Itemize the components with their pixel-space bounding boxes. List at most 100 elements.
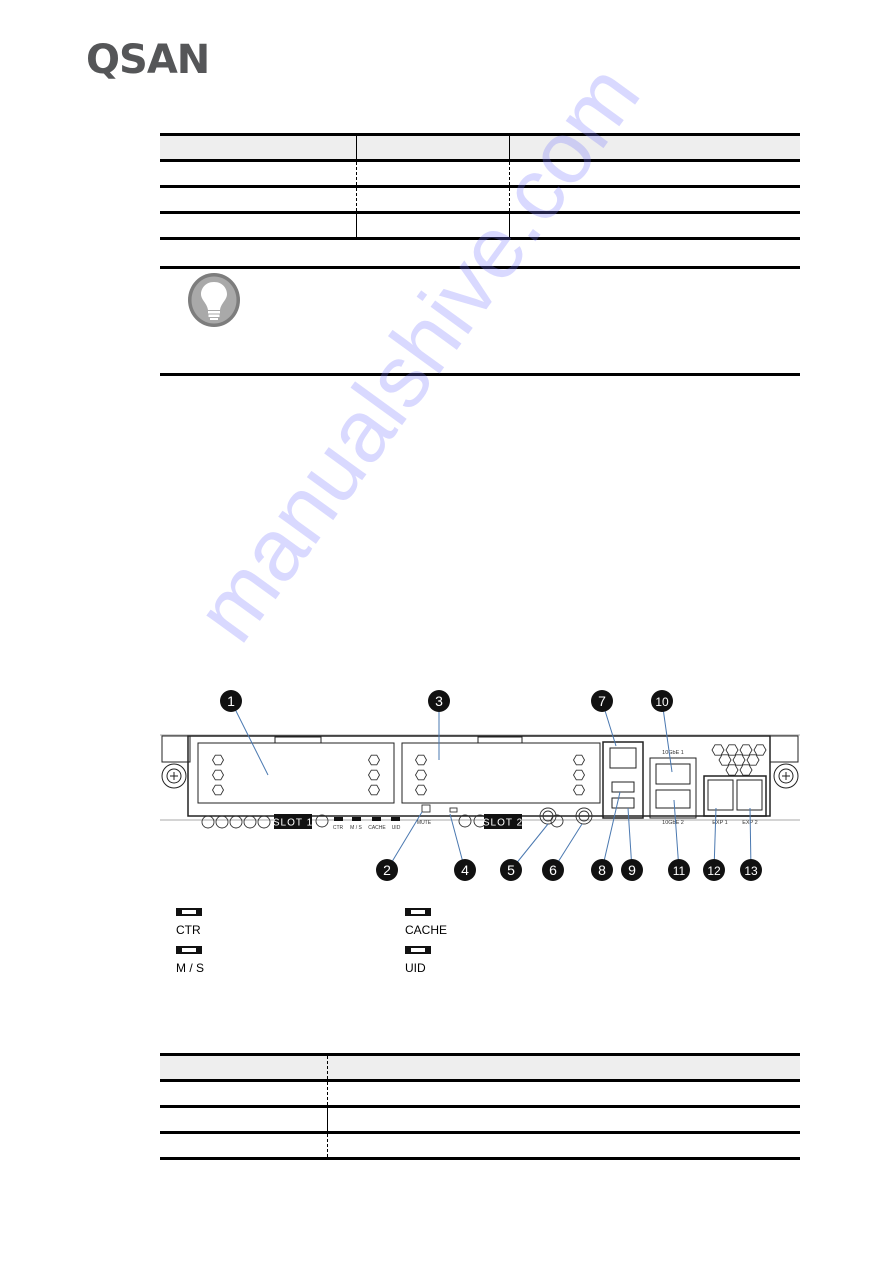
host-card-slot-2: [401, 742, 601, 804]
controller-rear-panel-diagram: SLOT 1 SLOT 2 CTR M / S CACHE UID MUTE 1…: [150, 680, 810, 890]
table-cell: [326, 1079, 800, 1107]
callout-number: 3: [435, 693, 443, 709]
callout-7: 7: [591, 690, 613, 712]
table-header-row: [160, 133, 800, 161]
uid-led-label: UID: [392, 825, 401, 831]
ctr-led: [334, 817, 343, 821]
table-cell: [508, 185, 800, 213]
vent-hole: [211, 784, 225, 796]
qsan-logo: QSAN: [86, 37, 210, 83]
callout-4: 4: [454, 859, 476, 881]
vent-hole: [414, 754, 428, 766]
vent-hole: [211, 769, 225, 781]
vent-hole: [746, 754, 760, 766]
table-row: [160, 1079, 800, 1107]
management-lan-port[interactable]: [609, 747, 637, 769]
table-row: [160, 185, 800, 213]
callout-2: 2: [376, 859, 398, 881]
legend-label-ms: M / S: [176, 961, 205, 975]
table-header-row: [160, 1053, 800, 1081]
table-row: [160, 211, 800, 240]
callout-1: 1: [220, 690, 242, 712]
callout-number: 11: [673, 864, 686, 878]
uid-led: [391, 817, 400, 821]
table-cell: [508, 133, 800, 161]
vent-hole: [414, 784, 428, 796]
host-card-slot-1: [197, 742, 395, 804]
mute-label: MUTE: [417, 820, 432, 826]
exp1-label: EXP 1: [712, 820, 728, 826]
vent-hole: [367, 784, 381, 796]
table-row: [160, 1105, 800, 1133]
table-cell: [160, 159, 356, 187]
10gbe-port-2[interactable]: [655, 789, 691, 809]
callout-8: 8: [591, 859, 613, 881]
exp1-port[interactable]: [707, 779, 734, 811]
legend-label-cache: CACHE: [405, 923, 448, 937]
vent-hole: [711, 744, 725, 756]
table-cell: [508, 159, 800, 187]
vent-hole: [367, 769, 381, 781]
right-ear: [769, 735, 799, 763]
leader-line: [601, 791, 621, 871]
table-cell: [160, 1105, 327, 1133]
vent-hole: [725, 744, 739, 756]
table-cell: [355, 211, 509, 240]
ms-led: [352, 817, 361, 821]
slot2-label: SLOT 2: [483, 818, 523, 829]
lightbulb-icon: [188, 273, 240, 327]
table-cell: [355, 159, 509, 187]
table-cell: [160, 1053, 327, 1081]
table-cell: [326, 1105, 800, 1133]
led-legend-right: CACHE UID: [405, 908, 447, 984]
ms-led-icon: [176, 946, 202, 954]
cache-led: [372, 817, 381, 821]
table-cell: [326, 1131, 800, 1160]
callout-12: 12: [703, 859, 725, 881]
ctr-led-icon: [176, 908, 202, 916]
callout-number: 2: [383, 862, 391, 878]
ctr-led-label: CTR: [333, 825, 344, 831]
vent-hole: [739, 764, 753, 776]
vent-hole: [414, 769, 428, 781]
slot1-label: SLOT 1: [273, 818, 313, 829]
usb-port-2[interactable]: [611, 797, 635, 809]
10gbe-port-block: [649, 757, 697, 819]
10gbe2-label: 10GbE 2: [662, 820, 684, 826]
table-cell: [160, 133, 356, 161]
leader-line: [230, 700, 269, 776]
exp2-port[interactable]: [736, 779, 763, 811]
table-cell: [160, 211, 356, 240]
table-row: [160, 159, 800, 187]
callout-number: 5: [507, 862, 515, 878]
callout-number: 6: [549, 862, 557, 878]
mute-button[interactable]: [421, 804, 431, 813]
led-description-table: [160, 1053, 800, 1160]
vent-hole: [367, 754, 381, 766]
10gbe-port-1[interactable]: [655, 763, 691, 785]
vent-hole: [572, 769, 586, 781]
table-cell: [160, 185, 356, 213]
callout-number: 7: [598, 693, 606, 709]
table-cell: [508, 211, 800, 240]
callout-number: 8: [598, 862, 606, 878]
left-ear: [161, 735, 191, 763]
legend-label-uid: UID: [405, 961, 426, 975]
usb-port-1[interactable]: [611, 781, 635, 793]
vent-hole: [572, 754, 586, 766]
legend-label-ctr: CTR: [176, 923, 201, 937]
vent-hole: [718, 754, 732, 766]
vent-hole: [732, 754, 746, 766]
rear-panel-drawing: SLOT 1 SLOT 2 CTR M / S CACHE UID MUTE 1…: [160, 690, 800, 881]
callout-10: 10: [651, 690, 673, 712]
controller-chassis: [187, 735, 771, 817]
callout-11: 11: [668, 859, 690, 881]
table-cell: [355, 133, 509, 161]
callout-3: 3: [428, 690, 450, 712]
led-legend-left: CTR M / S: [176, 908, 204, 984]
cache-led-label: CACHE: [368, 825, 386, 831]
vent-hole: [725, 764, 739, 776]
ms-led-label: M / S: [350, 825, 362, 831]
callout-number: 12: [707, 864, 721, 878]
table-row: [160, 1131, 800, 1160]
